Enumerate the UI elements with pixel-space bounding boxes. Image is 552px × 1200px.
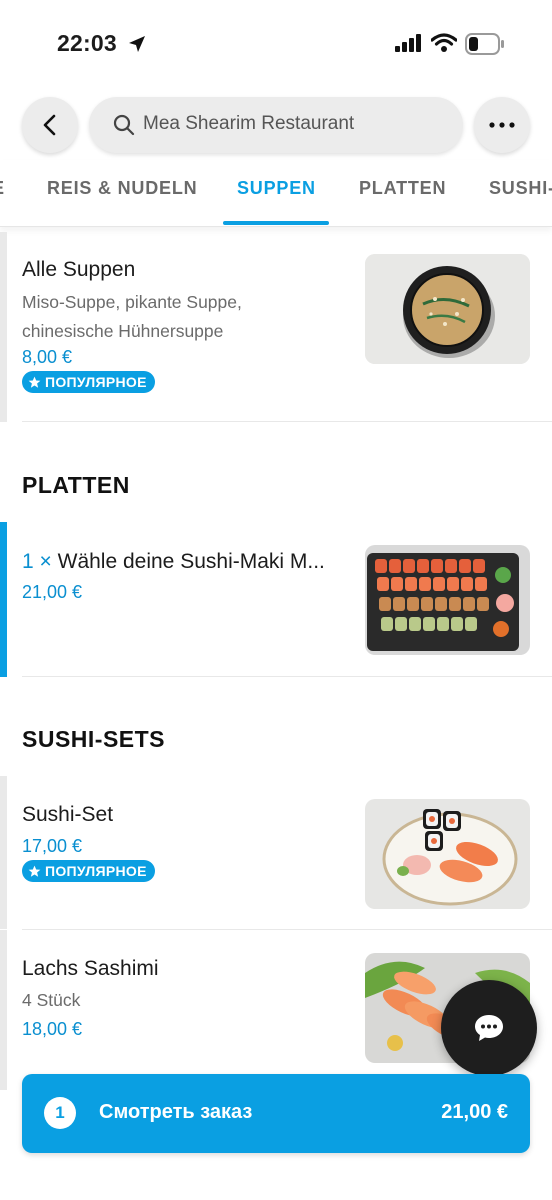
order-count-badge: 1 bbox=[44, 1097, 76, 1129]
section-title-sushi-sets: SUSHI-SETS bbox=[22, 726, 166, 752]
tab-previous[interactable]: E bbox=[0, 178, 5, 199]
item-title-text: Wähle deine Sushi-Maki M... bbox=[57, 550, 325, 573]
item-price: 8,00 € bbox=[22, 347, 73, 367]
menu-item-sushi-maki-platter[interactable]: 1 × Wähle deine Sushi-Maki M... 21,00 € bbox=[0, 522, 552, 677]
order-total: 21,00 € bbox=[441, 1101, 508, 1123]
menu-item-sushi-set[interactable]: Sushi-Set 17,00 € ПОПУЛЯРНОЕ bbox=[0, 776, 552, 930]
item-description: Miso-Suppe, pikante Suppe, chinesische H… bbox=[22, 292, 242, 341]
item-image-soup bbox=[365, 254, 530, 364]
item-divider bbox=[22, 676, 552, 677]
status-time: 22:03 bbox=[57, 30, 117, 56]
item-image-sushi-set bbox=[365, 799, 530, 909]
item-side-bar bbox=[0, 930, 7, 1090]
popular-badge: ПОПУЛЯРНОЕ bbox=[22, 860, 155, 882]
item-divider bbox=[22, 421, 552, 422]
search-text: Mea Shearim Restaurant bbox=[143, 113, 355, 134]
menu-item-alle-suppen[interactable]: Alle Suppen Miso-Suppe, pikante Suppe, c… bbox=[0, 232, 552, 422]
section-title-platten: PLATTEN bbox=[22, 472, 130, 498]
back-button[interactable] bbox=[22, 97, 78, 153]
active-tab-indicator bbox=[223, 221, 329, 225]
tab-reis-nudeln[interactable]: REIS & NUDELN bbox=[47, 178, 197, 199]
item-side-bar bbox=[0, 232, 7, 422]
tab-suppen[interactable]: SUPPEN bbox=[237, 178, 316, 199]
category-tabs: E REIS & NUDELN SUPPEN PLATTEN SUSHI- bbox=[0, 160, 552, 227]
view-order-button[interactable]: 1 Смотреть заказ 21,00 € bbox=[22, 1074, 530, 1153]
tab-sushi-sets[interactable]: SUSHI- bbox=[489, 178, 552, 199]
item-price: 18,00 € bbox=[22, 1019, 83, 1039]
item-selected-bar bbox=[0, 522, 7, 677]
item-title: Lachs Sashimi bbox=[22, 957, 159, 980]
view-order-label: Смотреть заказ bbox=[99, 1101, 253, 1123]
item-price: 17,00 € bbox=[22, 836, 83, 856]
popular-badge: ПОПУЛЯРНОЕ bbox=[22, 371, 155, 393]
chevron-left-icon bbox=[43, 114, 56, 136]
item-price: 21,00 € bbox=[22, 582, 83, 602]
status-bar: 22:03 bbox=[0, 0, 552, 90]
item-title: Alle Suppen bbox=[22, 258, 136, 281]
battery-icon bbox=[465, 33, 505, 60]
chat-button[interactable] bbox=[441, 980, 537, 1076]
item-description: 4 Stück bbox=[22, 990, 81, 1010]
star-icon bbox=[28, 376, 41, 388]
tab-platten[interactable]: PLATTEN bbox=[359, 178, 446, 199]
search-field[interactable]: Mea Shearim Restaurant bbox=[89, 97, 463, 153]
item-side-bar bbox=[0, 776, 7, 929]
star-icon bbox=[28, 865, 41, 877]
item-quantity: 1 × bbox=[22, 550, 52, 573]
more-dots-icon bbox=[489, 122, 515, 128]
more-options-button[interactable] bbox=[474, 97, 530, 153]
badge-label: ПОПУЛЯРНОЕ bbox=[45, 374, 147, 390]
chat-bubble-icon bbox=[475, 1015, 503, 1041]
item-title: Sushi-Set bbox=[22, 803, 114, 826]
item-title: 1 × Wähle deine Sushi-Maki M... bbox=[22, 550, 325, 574]
location-arrow-icon bbox=[128, 35, 146, 58]
item-image-platter bbox=[365, 545, 530, 655]
cellular-signal-icon bbox=[395, 34, 423, 57]
badge-label: ПОПУЛЯРНОЕ bbox=[45, 863, 147, 879]
search-icon bbox=[113, 114, 135, 141]
wifi-icon bbox=[430, 33, 458, 58]
